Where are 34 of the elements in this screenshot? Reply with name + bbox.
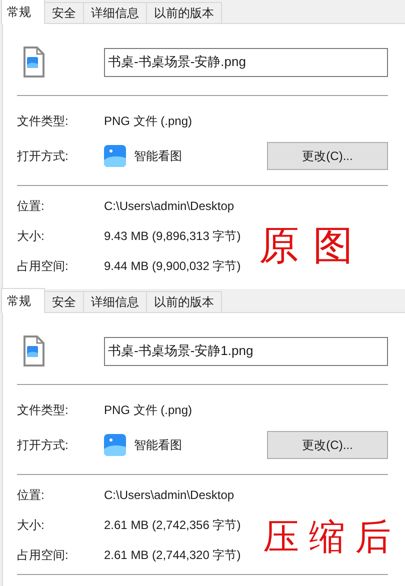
field-label: 文件类型: bbox=[17, 112, 70, 130]
field-value: 2.61 MB (2,742,356 字节) bbox=[104, 516, 241, 534]
field-label: 大小: bbox=[17, 516, 46, 534]
field-value: 9.43 MB (9,896,313 字节) bbox=[104, 228, 241, 244]
field-label: 打开方式: bbox=[17, 436, 70, 454]
app-name: 智能看图 bbox=[134, 148, 182, 164]
field-value: C:\Users\admin\Desktop bbox=[104, 199, 234, 213]
annotation-text: 原图 bbox=[259, 222, 367, 271]
field-label: 位置: bbox=[17, 198, 46, 214]
field-label: 占用空间: bbox=[17, 546, 70, 564]
field-label: 文件类型: bbox=[17, 402, 70, 418]
file-name-field[interactable]: 书桌-书桌场景-安静1.png bbox=[104, 336, 388, 366]
change-button[interactable]: 更改(C)... bbox=[267, 431, 388, 459]
field-value: PNG 文件 (.png) bbox=[104, 112, 192, 130]
image-file-icon bbox=[23, 335, 45, 367]
tab[interactable]: 以前的版本 bbox=[146, 2, 222, 24]
field-value: PNG 文件 (.png) bbox=[104, 402, 192, 418]
field-value: 9.44 MB (9,900,032 字节) bbox=[104, 258, 241, 274]
file-name-field[interactable]: 书桌-书桌场景-安静.png bbox=[104, 48, 388, 76]
image-file-icon bbox=[23, 46, 45, 78]
photo-app-icon bbox=[104, 434, 126, 456]
photo-app-icon bbox=[104, 145, 126, 167]
field-label: 打开方式: bbox=[17, 148, 70, 164]
tab[interactable]: 常规 bbox=[1, 288, 45, 313]
field-value: 2.61 MB (2,744,320 字节) bbox=[104, 546, 241, 564]
change-button[interactable]: 更改(C)... bbox=[267, 142, 388, 170]
field-label: 位置: bbox=[17, 486, 46, 504]
field-label: 大小: bbox=[17, 228, 46, 244]
tab[interactable]: 常规 bbox=[1, 0, 45, 24]
tab[interactable]: 以前的版本 bbox=[146, 291, 222, 313]
field-label: 占用空间: bbox=[17, 258, 70, 274]
app-name: 智能看图 bbox=[134, 436, 182, 454]
annotation-text: 压缩后 bbox=[263, 516, 401, 560]
field-value: C:\Users\admin\Desktop bbox=[104, 488, 234, 502]
